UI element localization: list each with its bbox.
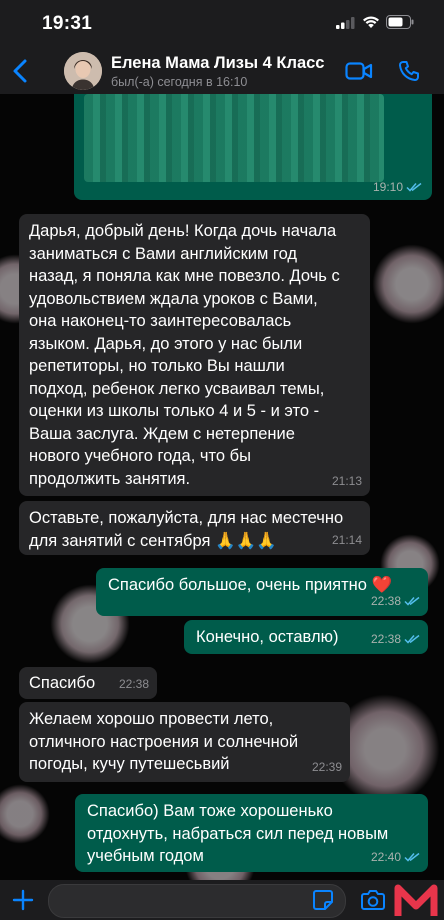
m-logo [392, 882, 440, 920]
message-input[interactable] [48, 884, 346, 918]
composer-bar [0, 880, 444, 920]
read-ticks-icon [404, 852, 420, 862]
message-bubble-outgoing[interactable]: 19:10 [74, 94, 432, 200]
message-time: 21:13 [331, 473, 362, 488]
video-call-icon[interactable] [345, 61, 373, 81]
message-time: 19:10 [372, 180, 403, 194]
camera-icon[interactable] [360, 889, 386, 911]
status-bar: 19:31 [0, 0, 444, 48]
chat-area[interactable]: 19:10 Дарья, добрый день! Когда дочь нач… [0, 94, 444, 880]
message-meta: 19:10 [373, 180, 422, 194]
message-text: Желаем хорошо провести лето, отличного н… [29, 710, 299, 773]
message-text: Конечно, оставлю) [196, 628, 339, 646]
message-bubble-outgoing[interactable]: Конечно, оставлю) 22:38 [184, 620, 428, 654]
message-text: Спасибо [29, 674, 96, 692]
message-meta: 22:38 [371, 590, 420, 613]
status-time: 19:31 [42, 13, 93, 34]
message-time: 22:39 [311, 759, 342, 774]
message-meta: 22:38 [371, 628, 420, 651]
contact-name[interactable]: Елена Мама Лизы 4 Класс [111, 54, 325, 73]
message-text: Оставьте, пожалуйста, для нас местечно д… [29, 509, 344, 550]
message-time: 22:38 [118, 676, 149, 691]
message-time: 22:38 [370, 593, 401, 608]
message-time: 22:38 [370, 631, 401, 646]
avatar[interactable] [64, 52, 102, 90]
message-bubble-incoming[interactable]: Желаем хорошо провести лето, отличного н… [19, 702, 350, 782]
message-meta: 21:14 [332, 529, 362, 552]
message-meta: 22:38 [119, 673, 149, 696]
redacted-content [84, 94, 384, 182]
last-seen-status: был(-а) сегодня в 16:10 [111, 75, 248, 89]
message-text: Дарья, добрый день! Когда дочь начала за… [29, 222, 340, 488]
phone-icon[interactable] [398, 60, 420, 82]
message-meta: 22:40 [371, 846, 420, 869]
message-bubble-incoming[interactable]: Дарья, добрый день! Когда дочь начала за… [19, 214, 370, 496]
message-bubble-outgoing[interactable]: Спасибо) Вам тоже хорошенько отдохнуть, … [75, 794, 428, 872]
message-bubble-incoming[interactable]: Оставьте, пожалуйста, для нас местечно д… [19, 501, 370, 555]
read-ticks-icon [404, 634, 420, 644]
blossom-decoration [0, 784, 50, 844]
chevron-left-icon[interactable] [10, 58, 32, 84]
message-meta: 22:39 [312, 756, 342, 779]
message-time: 21:14 [331, 532, 362, 547]
chat-header: Елена Мама Лизы 4 Класс был(-а) сегодня … [0, 48, 444, 94]
battery-icon [386, 15, 414, 29]
message-time: 22:40 [370, 849, 401, 864]
wifi-icon [363, 16, 379, 28]
message-meta: 21:13 [332, 470, 362, 493]
read-ticks-icon [406, 182, 422, 192]
message-bubble-outgoing[interactable]: Спасибо большое, очень приятно ❤️ 22:38 [96, 568, 428, 616]
cellular-signal-icon [336, 17, 355, 29]
sticker-icon[interactable] [312, 889, 334, 911]
message-text: Спасибо большое, очень приятно ❤️ [108, 576, 393, 594]
message-text: Спасибо) Вам тоже хорошенько отдохнуть, … [87, 802, 389, 865]
read-ticks-icon [404, 596, 420, 606]
message-bubble-incoming[interactable]: Спасибо 22:38 [19, 667, 157, 699]
plus-icon[interactable] [12, 889, 34, 911]
blossom-decoration [372, 244, 444, 324]
